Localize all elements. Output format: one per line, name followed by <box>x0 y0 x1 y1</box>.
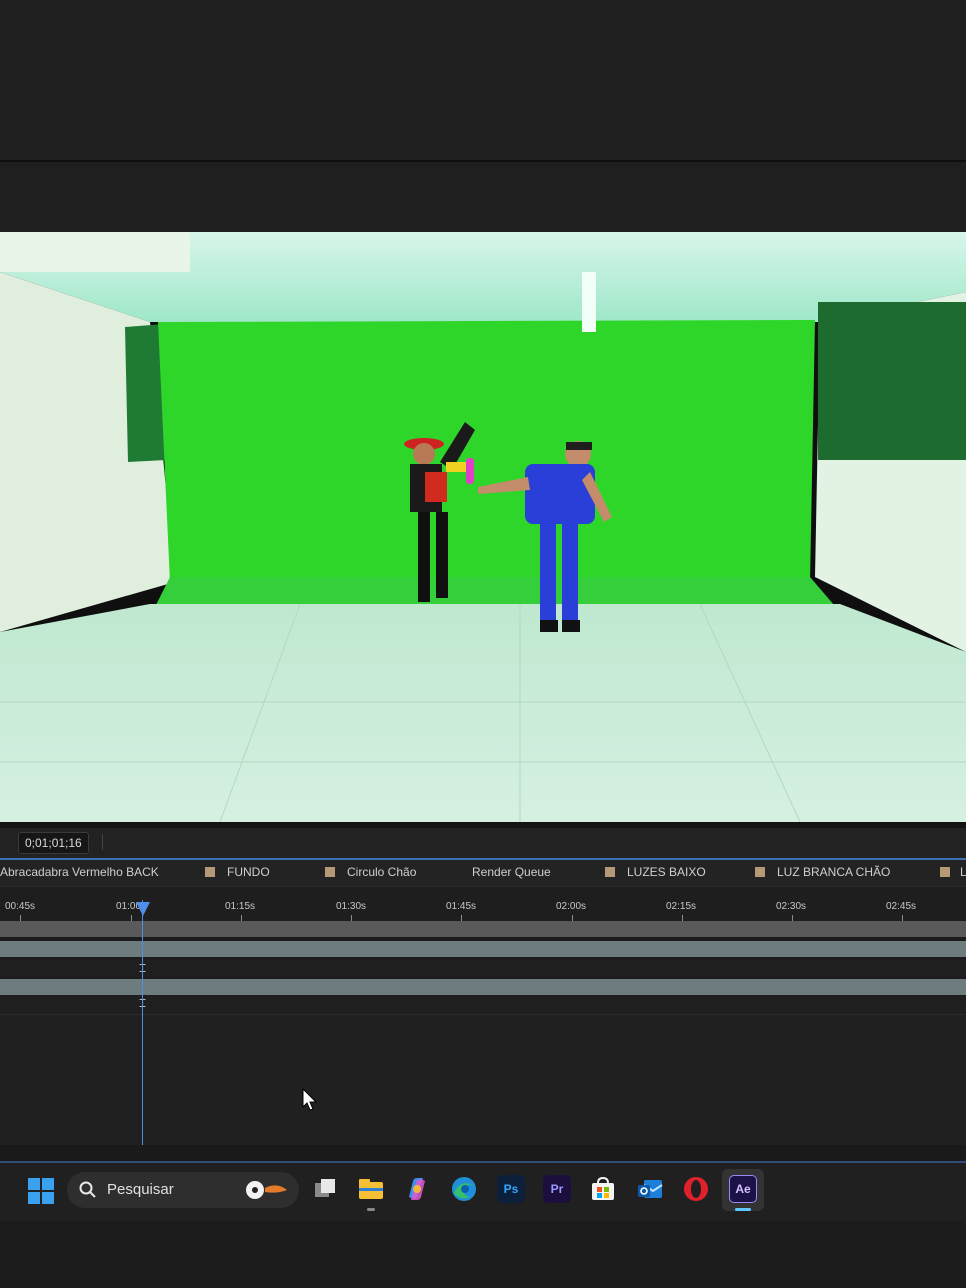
layer-track[interactable] <box>0 979 966 995</box>
task-view-icon[interactable] <box>311 1175 339 1203</box>
ruler-label: 02:45s <box>886 901 917 912</box>
edge-browser-icon[interactable] <box>450 1175 478 1203</box>
tab-render-queue[interactable]: Render Queue <box>472 865 551 879</box>
windows-taskbar: Pesquisar Ps Pr Ae <box>0 1161 966 1221</box>
premiere-pro-icon[interactable]: Pr <box>543 1175 571 1203</box>
ruler-label: 00:45s <box>5 901 36 912</box>
file-explorer-icon[interactable] <box>357 1175 385 1203</box>
search-icon <box>79 1181 96 1198</box>
composition-viewer[interactable] <box>0 232 966 822</box>
tab-color-swatch <box>755 867 765 877</box>
tab-luzes-baixo[interactable]: LUZES BAIXO <box>627 865 706 879</box>
opera-browser-icon[interactable] <box>682 1175 710 1203</box>
taskbar-search-box[interactable]: Pesquisar <box>67 1172 299 1208</box>
tab-color-swatch <box>325 867 335 877</box>
layer-track[interactable] <box>0 941 966 957</box>
screen-bottom-bezel <box>0 1221 966 1288</box>
composition-tabs: Abracadabra Vermelho BACK FUNDO Circulo … <box>0 858 966 886</box>
ruler-label: 01:30s <box>336 901 367 912</box>
tab-truncated[interactable]: L <box>960 865 966 879</box>
ruler-label: 02:30s <box>776 901 807 912</box>
playhead-handle[interactable] <box>136 902 150 916</box>
separator <box>102 834 103 850</box>
mouse-cursor-icon <box>302 1088 318 1111</box>
microsoft-store-icon[interactable] <box>589 1175 617 1203</box>
tab-circulo-chao[interactable]: Circulo Chão <box>347 865 416 879</box>
ruler-label: 01:15s <box>225 901 256 912</box>
after-effects-icon[interactable]: Ae <box>729 1175 757 1203</box>
top-panel <box>0 0 966 160</box>
tab-fundo[interactable]: FUNDO <box>227 865 270 879</box>
playhead-line[interactable] <box>142 900 143 1145</box>
search-placeholder: Pesquisar <box>107 1181 174 1198</box>
tab-color-swatch <box>940 867 950 877</box>
windows-start-icon[interactable] <box>28 1178 54 1204</box>
video-frame <box>0 232 966 822</box>
timeline-empty-area[interactable] <box>0 1015 966 1145</box>
layer-track[interactable] <box>0 921 966 937</box>
ruler-label: 02:00s <box>556 901 587 912</box>
timeline-header: 0;01;01;16 <box>0 828 966 859</box>
current-time-display[interactable]: 0;01;01;16 <box>18 832 89 854</box>
outlook-icon[interactable] <box>636 1175 664 1203</box>
search-highlight-icon <box>246 1181 287 1199</box>
viewer-toolbar-area <box>0 162 966 232</box>
tab-color-swatch <box>205 867 215 877</box>
open-app-indicator <box>367 1208 375 1211</box>
ruler-label: 02:15s <box>666 901 697 912</box>
photoshop-icon[interactable]: Ps <box>497 1175 525 1203</box>
ruler-label: 01:45s <box>446 901 477 912</box>
copilot-icon[interactable] <box>403 1175 431 1203</box>
timeline-footer <box>0 1145 966 1161</box>
active-app-indicator <box>735 1208 751 1211</box>
tab-luz-branca-chao[interactable]: LUZ BRANCA CHÃO <box>777 865 890 879</box>
tab-abracadabra-vermelho-back[interactable]: Abracadabra Vermelho BACK <box>0 865 159 879</box>
tab-color-swatch <box>605 867 615 877</box>
